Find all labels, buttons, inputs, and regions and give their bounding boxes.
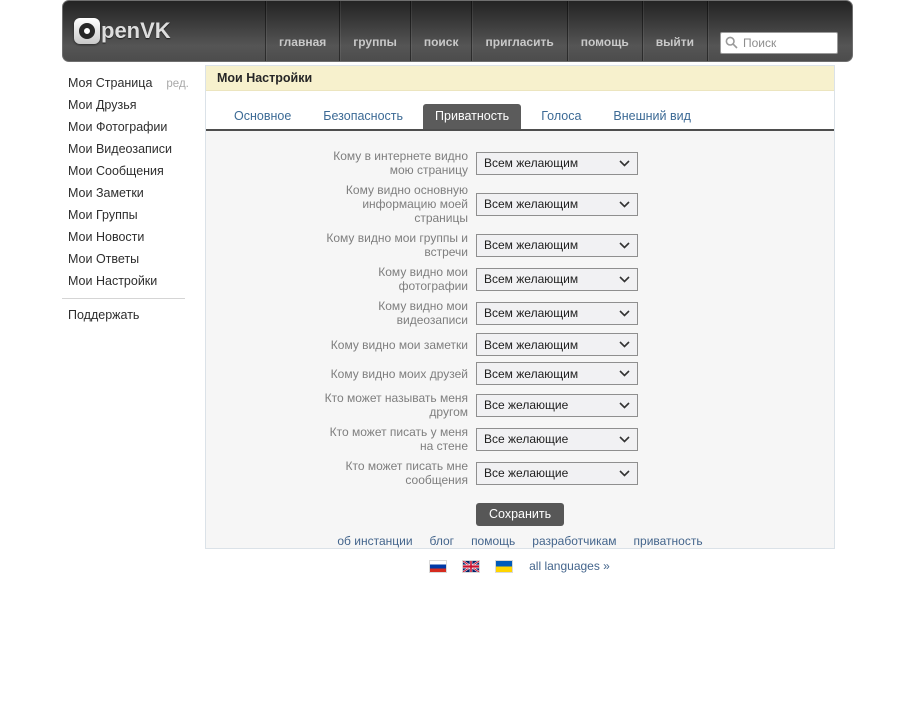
footer-link-about-instance[interactable]: об инстанции (337, 534, 412, 548)
nav-item-help[interactable]: помощь (567, 1, 642, 61)
sidebar-item-my-notes[interactable]: Мои Заметки (68, 186, 144, 200)
chevron-down-icon (619, 470, 630, 477)
settings-panel: Мои Настройки Основное Безопасность Прив… (205, 65, 835, 549)
footer-link-blog[interactable]: блог (430, 534, 455, 548)
page-title: Мои Настройки (206, 66, 834, 91)
flag-ukraine-icon[interactable] (496, 561, 512, 572)
tab-security[interactable]: Безопасность (311, 104, 415, 129)
flag-united-kingdom-icon[interactable] (463, 561, 479, 572)
top-navigation: главная группы поиск пригласить помощь в… (265, 1, 707, 61)
privacy-label-add-friend: Кто может называть меня другом (318, 391, 468, 419)
sidebar-item-my-page: Моя Страница ред. (62, 72, 205, 94)
language-switcher: all languages » (205, 559, 835, 573)
sidebar-item-my-videos[interactable]: Мои Видеозаписи (68, 142, 172, 156)
chevron-down-icon (619, 160, 630, 167)
privacy-select-basic-info[interactable]: Всем желающим (476, 193, 638, 216)
privacy-select-add-friend[interactable]: Все желающие (476, 394, 638, 417)
sidebar-item-my-messages[interactable]: Мои Сообщения (68, 164, 164, 178)
footer-links: об инстанции блог помощь разработчикам п… (205, 534, 835, 548)
sidebar-edit-link[interactable]: ред. (166, 78, 188, 90)
logo-text: penVK (101, 18, 171, 44)
form-row: Кому видно мои фотографии Всем желающим (318, 265, 818, 293)
nav-item-groups[interactable]: группы (339, 1, 410, 61)
privacy-label-messages: Кто может писать мне сообщения (318, 459, 468, 487)
sidebar: Моя Страница ред. Мои Друзья Мои Фотогра… (62, 72, 205, 326)
sidebar-item-my-answers[interactable]: Мои Ответы (68, 252, 139, 266)
footer-link-help[interactable]: помощь (471, 534, 515, 548)
settings-tabs: Основное Безопасность Приватность Голоса… (206, 91, 834, 131)
chevron-down-icon (619, 370, 630, 377)
openvk-logo-icon (74, 18, 100, 44)
privacy-select-videos[interactable]: Всем желающим (476, 302, 638, 325)
privacy-select-friends[interactable]: Всем желающим (476, 362, 638, 385)
privacy-label-friends: Кому видно моих друзей (318, 367, 468, 381)
sidebar-item-my-groups[interactable]: Мои Группы (68, 208, 138, 222)
chevron-down-icon (619, 242, 630, 249)
chevron-down-icon (619, 201, 630, 208)
tab-general[interactable]: Основное (222, 104, 303, 129)
privacy-label-photos: Кому видно мои фотографии (318, 265, 468, 293)
tab-appearance[interactable]: Внешний вид (601, 104, 702, 129)
openvk-logo[interactable]: penVK (63, 1, 265, 61)
privacy-label-page-visibility: Кому в интернете видно мою страницу (318, 149, 468, 177)
save-button[interactable]: Сохранить (476, 503, 564, 526)
footer-link-developers[interactable]: разработчикам (532, 534, 616, 548)
sidebar-link-my-page[interactable]: Моя Страница (68, 76, 152, 90)
privacy-form: Кому в интернете видно мою страницу Всем… (206, 131, 834, 548)
form-row: Кому видно мои группы и встречи Всем жел… (318, 231, 818, 259)
privacy-label-wall-posts: Кто может писать у меня на стене (318, 425, 468, 453)
all-languages-link[interactable]: all languages » (529, 559, 610, 573)
privacy-label-videos: Кому видно мои видеозаписи (318, 299, 468, 327)
header-search-cell (707, 1, 852, 61)
privacy-label-basic-info: Кому видно основную информацию моей стра… (318, 183, 468, 225)
chevron-down-icon (619, 341, 630, 348)
sidebar-item-donate[interactable]: Поддержать (68, 308, 139, 322)
chevron-down-icon (619, 310, 630, 317)
privacy-label-notes: Кому видно мои заметки (318, 338, 468, 352)
footer: об инстанции блог помощь разработчикам п… (205, 534, 835, 573)
form-row: Кто может называть меня другом Все желаю… (318, 391, 818, 419)
chevron-down-icon (619, 436, 630, 443)
sidebar-item-my-photos[interactable]: Мои Фотографии (68, 120, 167, 134)
sidebar-divider (62, 298, 185, 299)
sidebar-item-my-friends[interactable]: Мои Друзья (68, 98, 137, 112)
chevron-down-icon (619, 276, 630, 283)
privacy-label-groups-meetings: Кому видно мои группы и встречи (318, 231, 468, 259)
form-row: Кому видно моих друзей Всем желающим (318, 362, 818, 385)
privacy-select-groups-meetings[interactable]: Всем желающим (476, 234, 638, 257)
privacy-select-messages[interactable]: Все желающие (476, 462, 638, 485)
privacy-select-photos[interactable]: Всем желающим (476, 268, 638, 291)
form-row: Кому видно мои видеозаписи Всем желающим (318, 299, 818, 327)
flag-russia-icon[interactable] (430, 561, 446, 572)
chevron-down-icon (619, 402, 630, 409)
form-row: Кому видно основную информацию моей стра… (318, 183, 818, 225)
tab-privacy[interactable]: Приватность (423, 104, 521, 129)
form-row: Кому в интернете видно мою страницу Всем… (318, 149, 818, 177)
form-row: Кому видно мои заметки Всем желающим (318, 333, 818, 356)
nav-item-search[interactable]: поиск (410, 1, 472, 61)
tab-votes[interactable]: Голоса (529, 104, 593, 129)
sidebar-item-my-settings[interactable]: Мои Настройки (68, 274, 157, 288)
form-row: Кто может писать у меня на стене Все жел… (318, 425, 818, 453)
nav-item-home[interactable]: главная (265, 1, 339, 61)
search-icon (725, 36, 738, 49)
privacy-select-wall-posts[interactable]: Все желающие (476, 428, 638, 451)
form-row: Кто может писать мне сообщения Все желаю… (318, 459, 818, 487)
nav-item-logout[interactable]: выйти (642, 1, 707, 61)
sidebar-item-my-news[interactable]: Мои Новости (68, 230, 144, 244)
top-header-bar: penVK главная группы поиск пригласить по… (62, 0, 853, 62)
privacy-select-notes[interactable]: Всем желающим (476, 333, 638, 356)
privacy-select-page-visibility[interactable]: Всем желающим (476, 152, 638, 175)
footer-link-privacy[interactable]: приватность (634, 534, 703, 548)
nav-item-invite[interactable]: пригласить (471, 1, 566, 61)
